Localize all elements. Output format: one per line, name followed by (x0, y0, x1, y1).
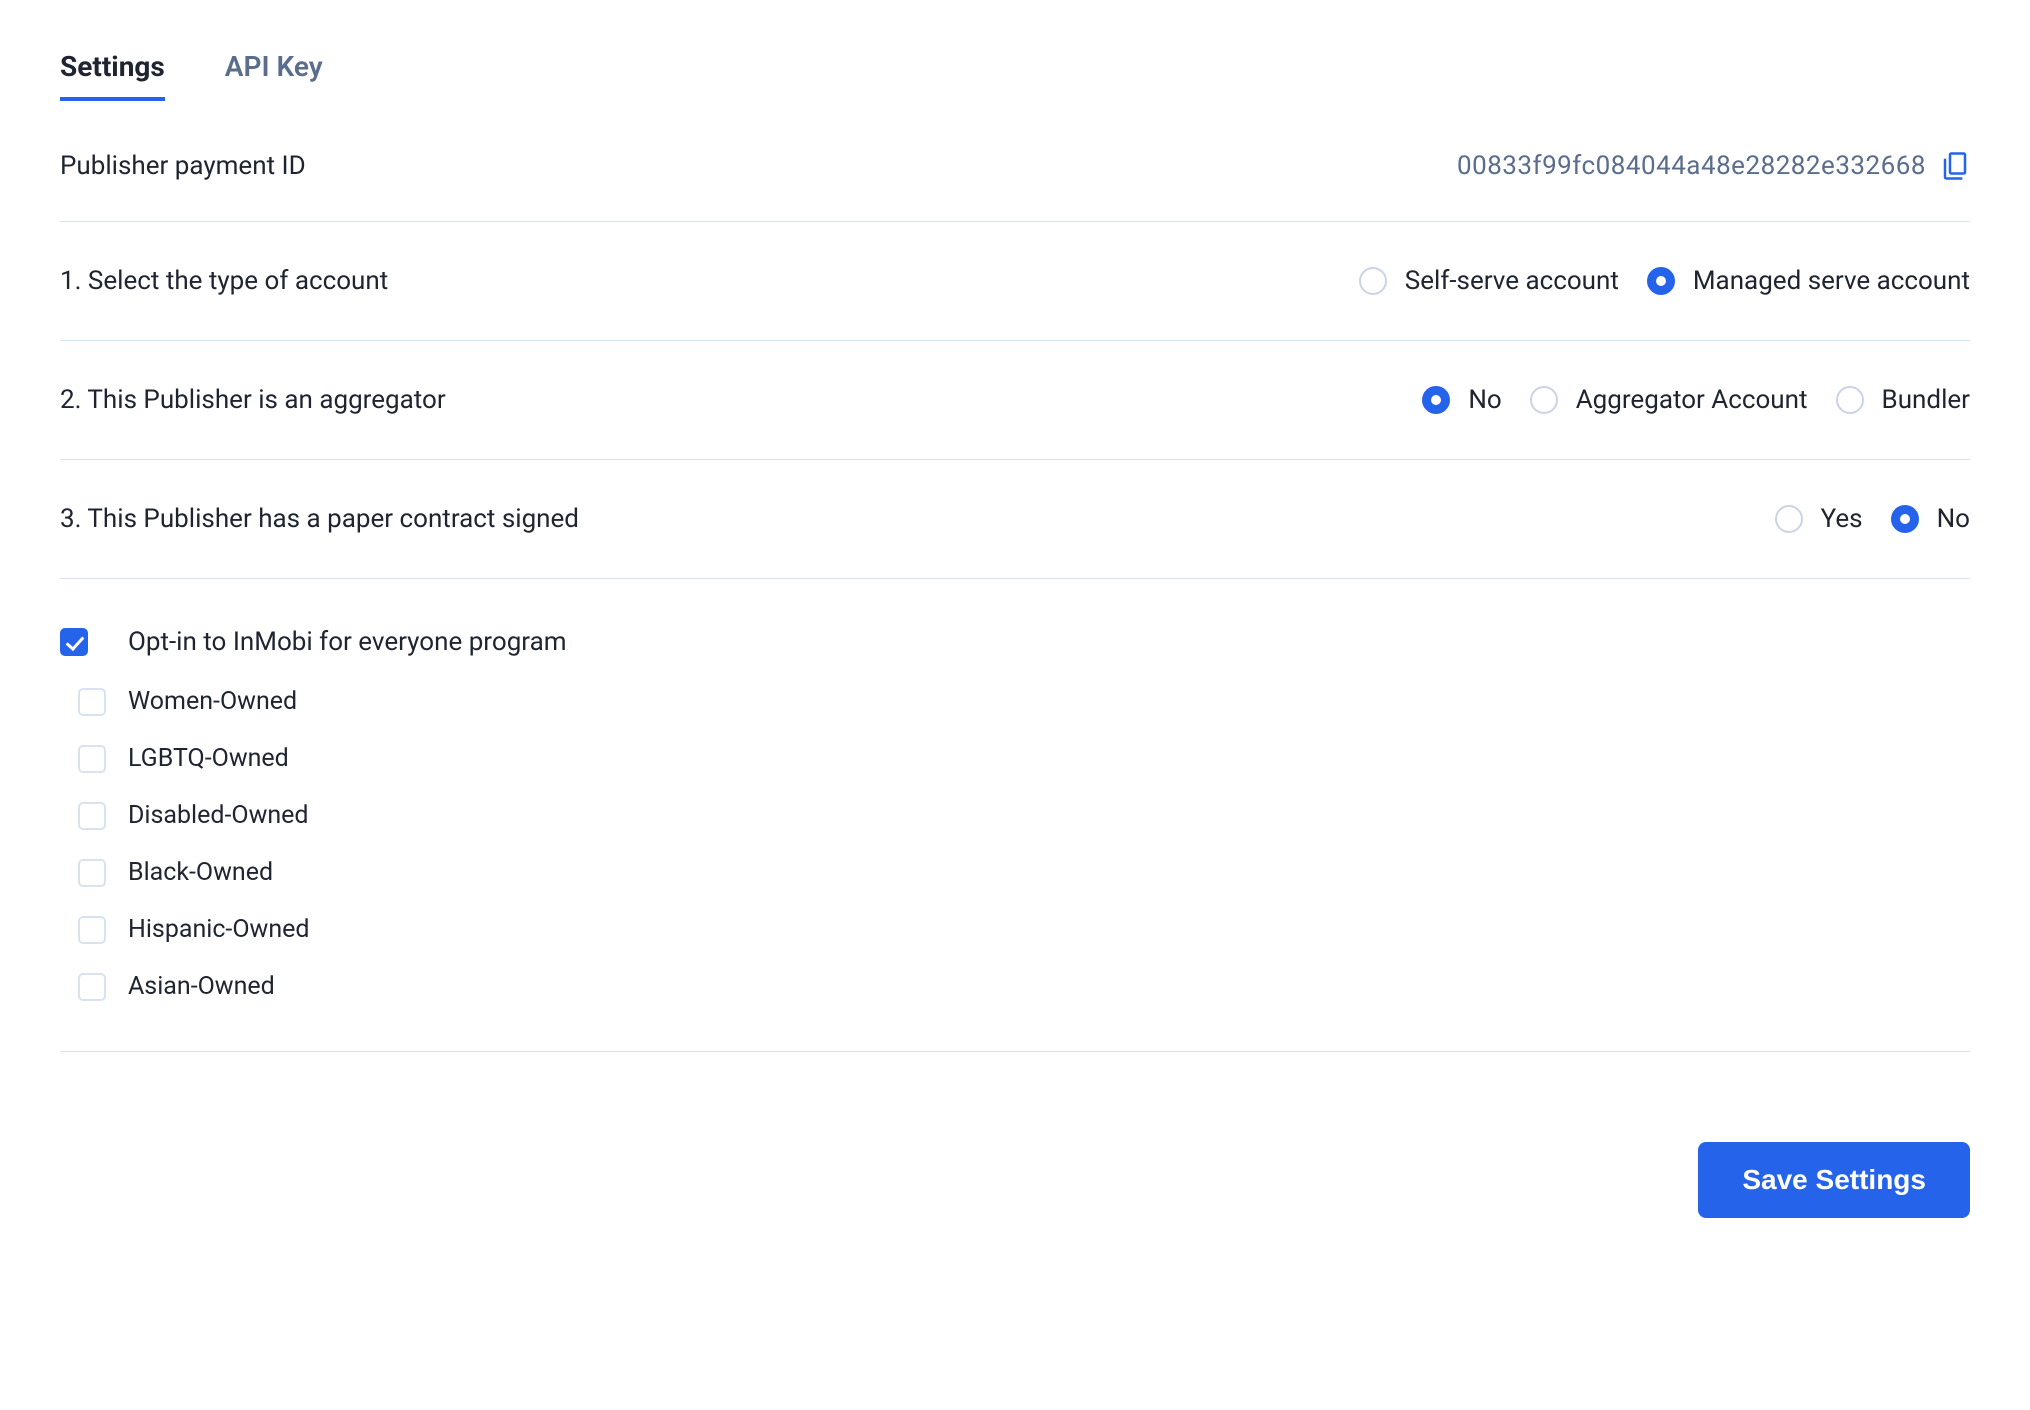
radio-label: Bundler (1882, 385, 1970, 415)
question-paper-contract-label: 3. This Publisher has a paper contract s… (60, 504, 579, 534)
question-aggregator-label: 2. This Publisher is an aggregator (60, 385, 446, 415)
checkbox-icon (78, 802, 106, 830)
checkbox-label: Black-Owned (128, 858, 273, 887)
radio-label: Managed serve account (1693, 266, 1970, 296)
publisher-payment-id-value-group: 00833f99fc084044a48e28282e332668 (1457, 151, 1970, 181)
checkbox-icon (78, 859, 106, 887)
checkbox-label: Women-Owned (128, 687, 297, 716)
question-paper-contract-options: Yes No (1775, 504, 1970, 534)
checkbox-disabled-owned[interactable]: Disabled-Owned (78, 801, 1970, 830)
checkbox-label: LGBTQ-Owned (128, 744, 289, 773)
tabs: Settings API Key (60, 50, 1970, 101)
question-aggregator-options: No Aggregator Account Bundler (1422, 385, 1970, 415)
opt-in-section: Opt-in to InMobi for everyone program Wo… (60, 579, 1970, 1052)
checkbox-women-owned[interactable]: Women-Owned (78, 687, 1970, 716)
radio-aggregator-no[interactable]: No (1422, 385, 1501, 415)
checkbox-icon (78, 916, 106, 944)
radio-managed-serve[interactable]: Managed serve account (1647, 266, 1970, 296)
tab-settings[interactable]: Settings (60, 50, 165, 101)
radio-label: Yes (1821, 504, 1863, 534)
radio-icon (1647, 267, 1675, 295)
checkbox-label: Disabled-Owned (128, 801, 309, 830)
radio-contract-no[interactable]: No (1891, 504, 1970, 534)
radio-bundler[interactable]: Bundler (1836, 385, 1970, 415)
publisher-payment-id-value: 00833f99fc084044a48e28282e332668 (1457, 151, 1926, 181)
radio-label: No (1937, 504, 1970, 534)
radio-label: No (1468, 385, 1501, 415)
radio-aggregator-account[interactable]: Aggregator Account (1530, 385, 1808, 415)
checkbox-icon (78, 973, 106, 1001)
settings-page: Settings API Key Publisher payment ID 00… (0, 0, 2030, 1410)
checkbox-label: Asian-Owned (128, 972, 275, 1001)
checkbox-icon (78, 688, 106, 716)
radio-icon (1359, 267, 1387, 295)
radio-self-serve[interactable]: Self-serve account (1359, 266, 1619, 296)
radio-icon (1836, 386, 1864, 414)
radio-label: Self-serve account (1405, 266, 1619, 296)
publisher-payment-id-row: Publisher payment ID 00833f99fc084044a48… (60, 141, 1970, 222)
copy-icon[interactable] (1940, 151, 1970, 181)
checkbox-black-owned[interactable]: Black-Owned (78, 858, 1970, 887)
publisher-payment-id-label: Publisher payment ID (60, 151, 306, 181)
question-account-type: 1. Select the type of account Self-serve… (60, 222, 1970, 341)
opt-in-checkbox-row[interactable]: Opt-in to InMobi for everyone program (60, 627, 1970, 657)
checkbox-hispanic-owned[interactable]: Hispanic-Owned (78, 915, 1970, 944)
checkbox-icon (60, 628, 88, 656)
question-account-type-options: Self-serve account Managed serve account (1359, 266, 1970, 296)
radio-contract-yes[interactable]: Yes (1775, 504, 1863, 534)
radio-icon (1422, 386, 1450, 414)
radio-icon (1530, 386, 1558, 414)
checkbox-lgbtq-owned[interactable]: LGBTQ-Owned (78, 744, 1970, 773)
checkbox-asian-owned[interactable]: Asian-Owned (78, 972, 1970, 1001)
question-account-type-label: 1. Select the type of account (60, 266, 388, 296)
radio-label: Aggregator Account (1576, 385, 1808, 415)
actions-row: Save Settings (60, 1052, 1970, 1218)
radio-icon (1891, 505, 1919, 533)
tab-api-key[interactable]: API Key (225, 50, 323, 101)
opt-in-label: Opt-in to InMobi for everyone program (128, 627, 567, 657)
question-aggregator: 2. This Publisher is an aggregator No Ag… (60, 341, 1970, 460)
checkbox-label: Hispanic-Owned (128, 915, 309, 944)
radio-icon (1775, 505, 1803, 533)
save-button[interactable]: Save Settings (1698, 1142, 1970, 1218)
checkbox-icon (78, 745, 106, 773)
question-paper-contract: 3. This Publisher has a paper contract s… (60, 460, 1970, 579)
